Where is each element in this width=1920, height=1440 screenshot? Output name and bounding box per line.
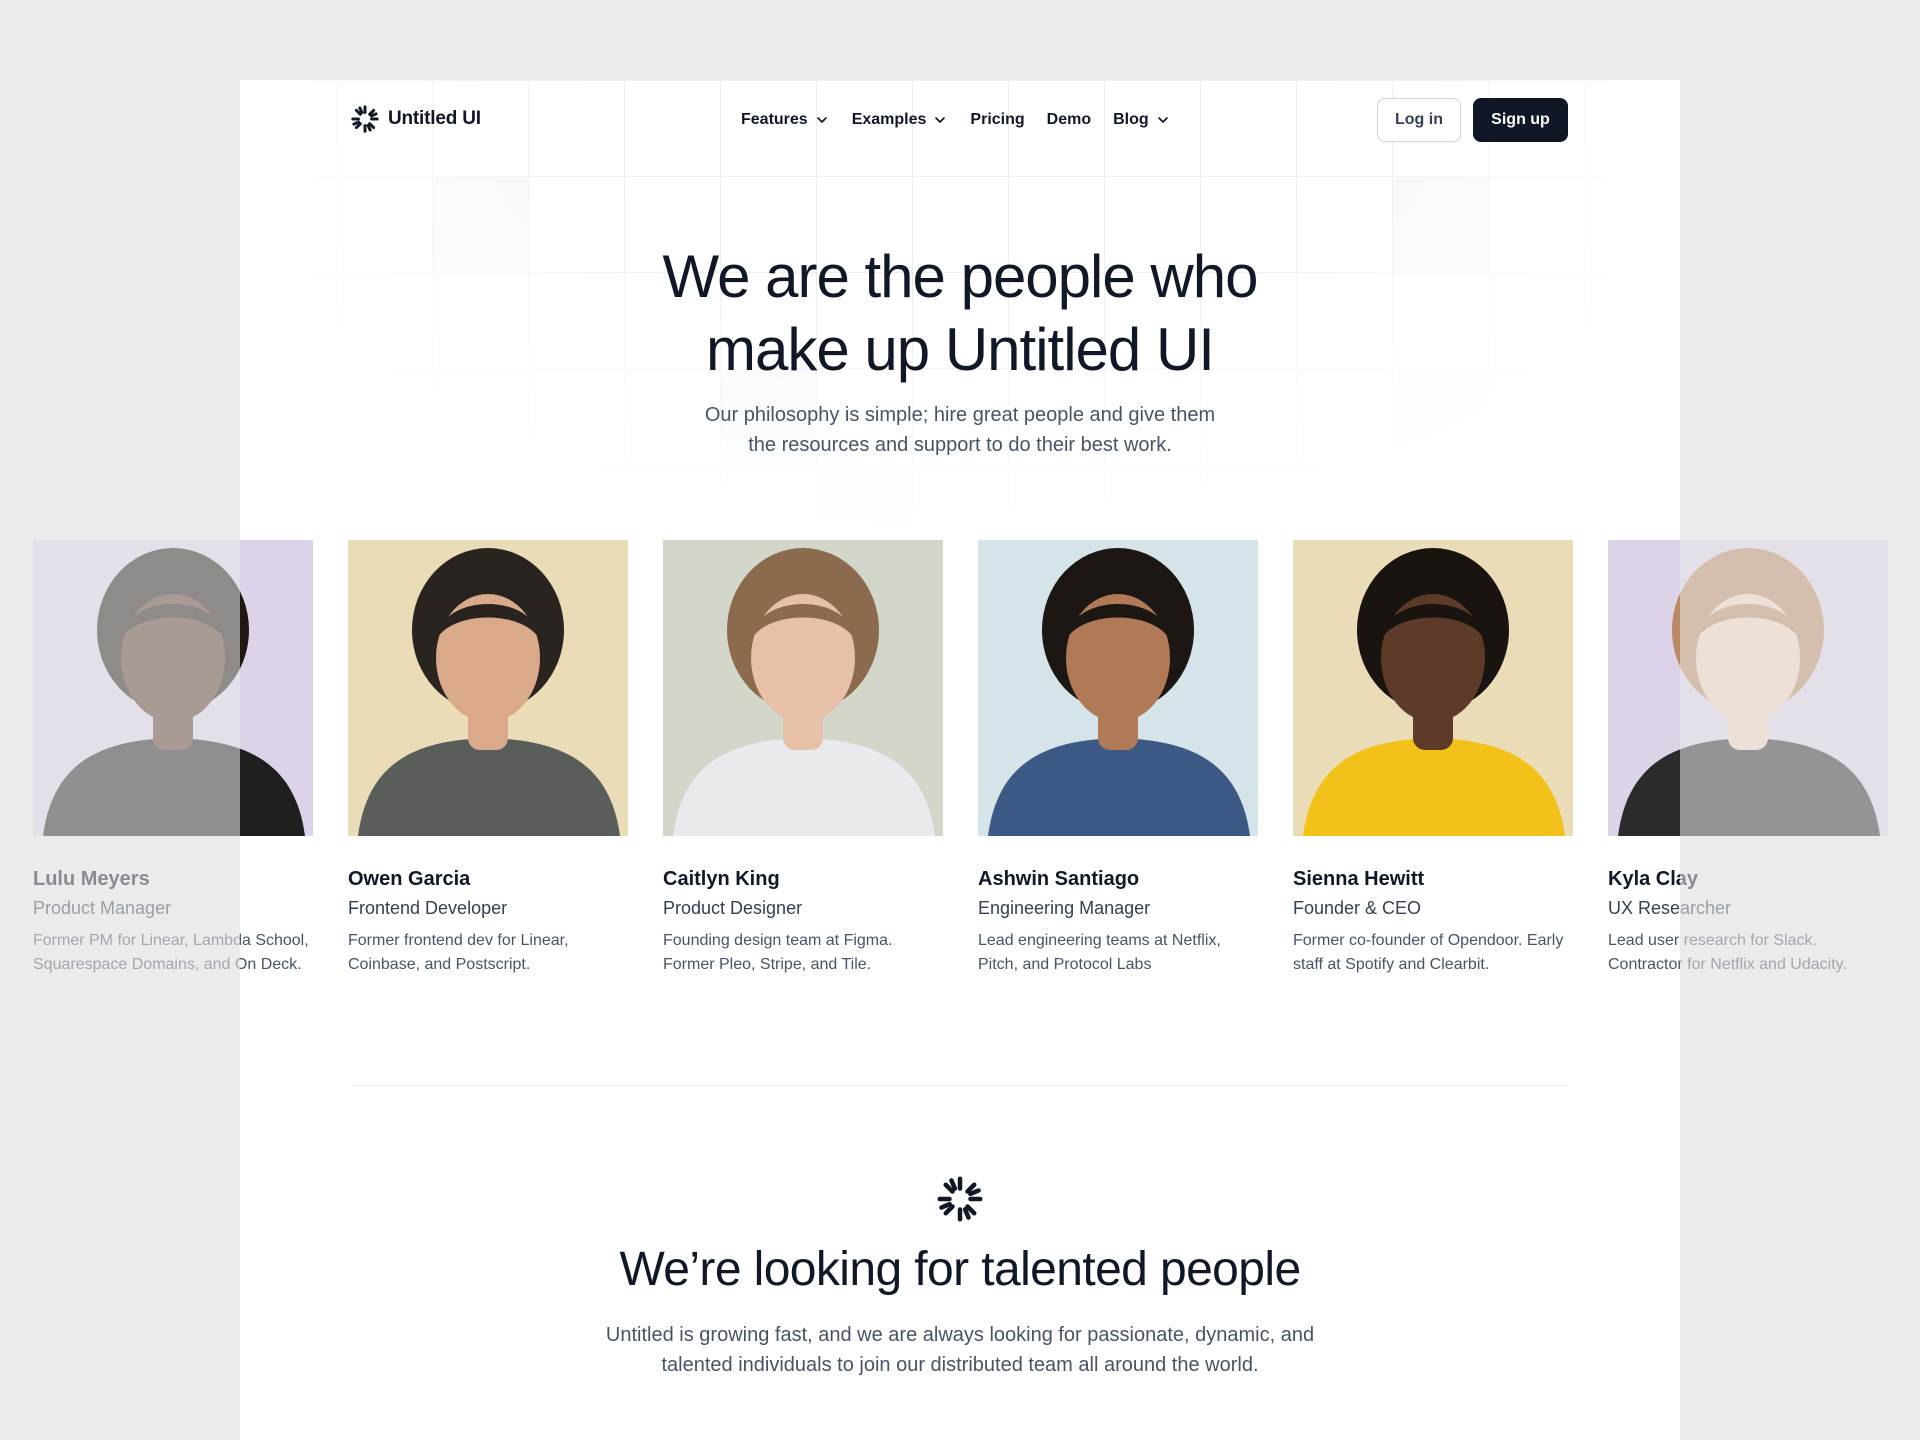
hero-title: We are the people who make up Untitled U… <box>480 240 1440 386</box>
member-photo <box>1608 540 1888 836</box>
brand-name: Untitled UI <box>388 108 481 129</box>
nav-label: Features <box>741 111 808 128</box>
member-portrait-image <box>43 548 305 836</box>
top-navbar: Untitled UI Features Examples Pricing De… <box>240 80 1680 160</box>
team-member-card[interactable]: Ashwin Santiago Engineering Manager Lead e… <box>978 540 1258 977</box>
main-nav: Features Examples Pricing Demo Blog <box>741 105 1193 135</box>
member-photo <box>663 540 943 836</box>
hero-subtitle-line: Our philosophy is simple; hire great peo… <box>704 404 1216 426</box>
nav-label: Demo <box>1046 111 1092 128</box>
hero-subtitle: Our philosophy is simple; hire great peo… <box>660 400 1260 460</box>
member-bio: Former PM for Linear, Lambda School, Squ… <box>33 932 309 973</box>
member-photo <box>978 540 1258 836</box>
member-role: UX Researcher <box>1608 898 1732 918</box>
member-bio: Former co-founder of Opendoor. Early sta… <box>1293 932 1564 973</box>
member-portrait-image <box>988 548 1250 836</box>
team-member-card[interactable]: Caitlyn King Product Designer Founding des… <box>663 540 943 977</box>
chevron-down-icon <box>935 117 946 123</box>
signup-button[interactable]: Sign up <box>1473 98 1568 142</box>
member-name: Caitlyn King <box>663 868 780 890</box>
team-member-card[interactable]: Lulu Meyers Product Manager Former PM for … <box>33 540 313 977</box>
nav-features[interactable]: Features <box>741 105 830 135</box>
member-bio: Founding design team at Figma. Former Pl… <box>663 932 893 973</box>
member-role: Product Designer <box>663 898 803 918</box>
team-member-card[interactable]: Sienna Hewitt Founder & CEO Former co-foun… <box>1293 540 1573 977</box>
careers-subtitle: Untitled is growing fast, and we are alw… <box>570 1320 1350 1380</box>
member-portrait-image <box>673 548 935 836</box>
chevron-down-icon <box>816 117 827 123</box>
team-member-card[interactable]: Kyla Clay UX Researcher Lead user research… <box>1608 540 1888 977</box>
brand-logo[interactable]: Untitled UI <box>350 104 481 134</box>
member-photo <box>1293 540 1573 836</box>
logo-mark-icon <box>351 105 379 133</box>
section-divider <box>352 1085 1568 1086</box>
nav-pricing[interactable]: Pricing <box>970 105 1024 135</box>
hero-subtitle-line: the resources and support to do their be… <box>748 434 1172 456</box>
member-bio: Lead user research for Slack. Contractor… <box>1608 932 1847 973</box>
careers-subtitle-line: Untitled is growing fast, and we are alw… <box>605 1324 1315 1346</box>
member-portrait-image <box>1618 548 1880 836</box>
nav-demo[interactable]: Demo <box>1047 105 1091 135</box>
member-portrait-image <box>358 548 620 836</box>
nav-label: Examples <box>851 111 927 128</box>
chevron-down-icon <box>1157 117 1168 123</box>
member-photo <box>348 540 628 836</box>
nav-label: Blog <box>1113 111 1149 128</box>
careers-title: We’re looking for talented people <box>619 1243 1301 1296</box>
hero-title-line: We are the people who <box>662 243 1259 310</box>
member-name: Lulu Meyers <box>33 868 150 890</box>
member-name: Ashwin Santiago <box>978 868 1140 890</box>
member-photo <box>33 540 313 836</box>
team-member-card[interactable]: Owen Garcia Frontend Developer Former fron… <box>348 540 628 977</box>
nav-label: Pricing <box>970 111 1025 128</box>
member-role: Engineering Manager <box>978 898 1151 918</box>
nav-blog[interactable]: Blog <box>1113 105 1171 135</box>
member-portrait-image <box>1303 548 1565 836</box>
hero-title-line: make up Untitled UI <box>706 316 1215 383</box>
member-name: Kyla Clay <box>1608 868 1699 890</box>
careers-logo-icon <box>937 1176 983 1222</box>
member-bio: Lead engineering teams at Netflix, Pitch… <box>978 932 1221 973</box>
member-role: Product Manager <box>33 898 172 918</box>
nav-examples[interactable]: Examples <box>852 105 949 135</box>
member-name: Owen Garcia <box>348 868 471 890</box>
member-bio: Former frontend dev for Linear, Coinbase… <box>348 932 569 973</box>
careers-subtitle-line: talented individuals to join our distrib… <box>661 1354 1259 1376</box>
member-name: Sienna Hewitt <box>1293 868 1425 890</box>
member-role: Founder & CEO <box>1293 898 1422 918</box>
member-role: Frontend Developer <box>348 898 508 918</box>
login-button[interactable]: Log in <box>1377 98 1461 142</box>
